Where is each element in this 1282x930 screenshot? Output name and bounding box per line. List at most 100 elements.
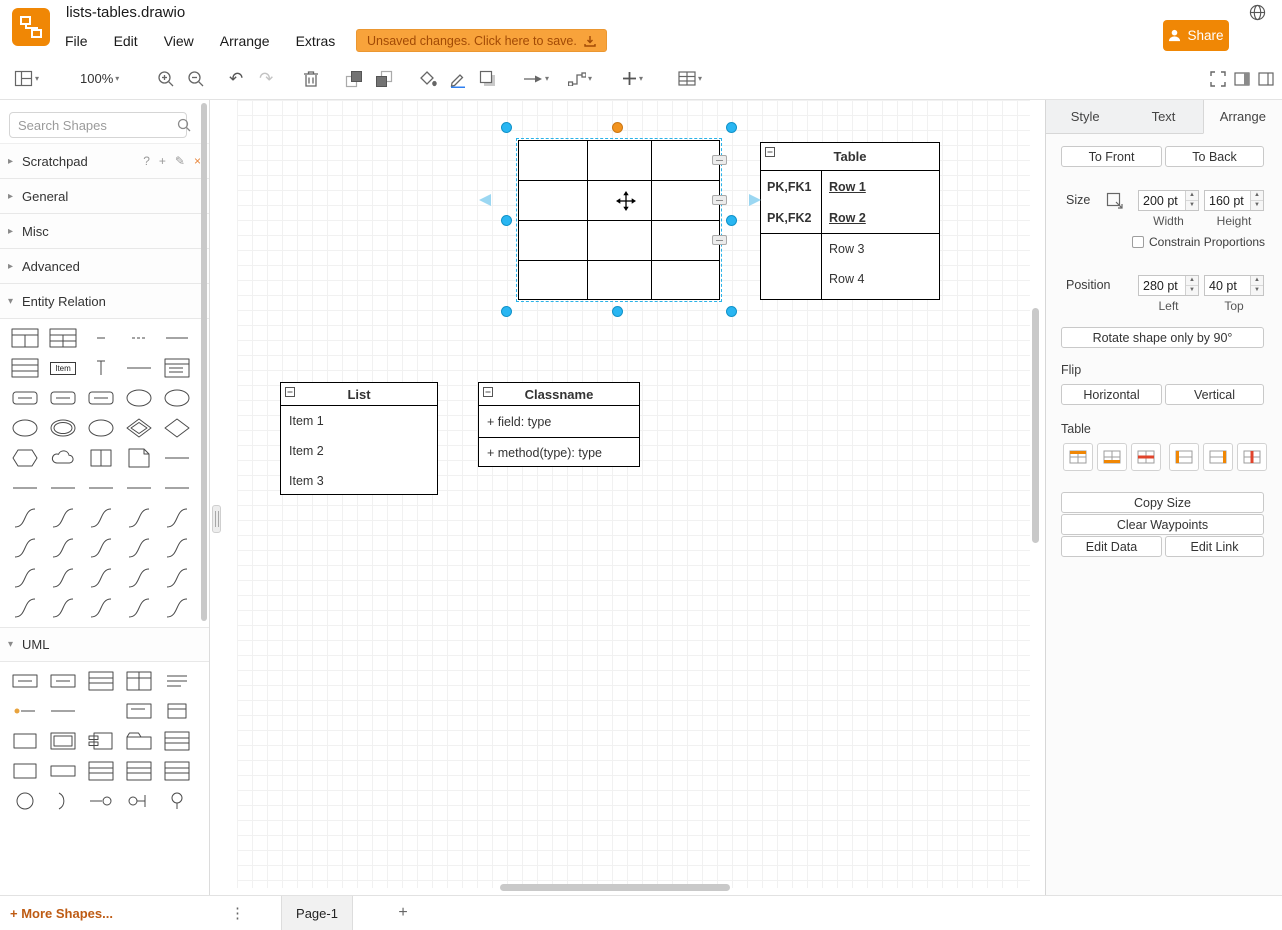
menu-arrange[interactable]: Arrange xyxy=(220,33,270,49)
shape-thumbnail-curve[interactable] xyxy=(120,503,158,533)
page-tab[interactable]: Page-1 xyxy=(281,896,353,930)
stepper-down-icon[interactable]: ▼ xyxy=(1186,286,1198,295)
shape-thumbnail-forkcircle[interactable] xyxy=(120,786,158,816)
to-front-panel-button[interactable]: To Front xyxy=(1061,146,1162,167)
resize-handle-ne[interactable] xyxy=(726,122,737,133)
connect-arrow-right-icon[interactable] xyxy=(748,192,764,208)
shape-thumbnail-curve[interactable] xyxy=(6,593,44,623)
class-shape[interactable]: Classname + field: type + method(type): … xyxy=(478,382,640,467)
waypoints-style-button[interactable]: ▾ xyxy=(568,66,592,91)
shadow-button[interactable] xyxy=(479,66,497,91)
shape-thumbnail-curve[interactable] xyxy=(120,593,158,623)
resize-handle-sw[interactable] xyxy=(501,306,512,317)
sidebar-section-general[interactable]: ▸ General xyxy=(0,179,209,214)
add-page-button[interactable]: + xyxy=(392,896,414,930)
shape-thumbnail-arc[interactable] xyxy=(44,786,82,816)
shape-thumbnail-hline[interactable] xyxy=(82,473,120,503)
flip-vertical-button[interactable]: Vertical xyxy=(1165,384,1264,405)
table-insert-button[interactable]: ▾ xyxy=(678,66,702,91)
insert-button[interactable]: ▾ xyxy=(622,66,643,91)
shape-thumbnail-labelcircle[interactable] xyxy=(158,786,196,816)
shape-thumbnail-rectwide[interactable] xyxy=(44,756,82,786)
shape-thumbnail-rect[interactable] xyxy=(6,756,44,786)
shape-thumbnail-splitrect[interactable] xyxy=(82,443,120,473)
shape-thumbnail-curve[interactable] xyxy=(44,593,82,623)
left-stepper[interactable]: ▲▼ xyxy=(1185,276,1198,295)
insert-column-left-button[interactable] xyxy=(1169,443,1199,471)
scratchpad-edit-icon[interactable]: ✎ xyxy=(175,154,185,168)
insert-row-above-button[interactable] xyxy=(1063,443,1093,471)
stepper-down-icon[interactable]: ▼ xyxy=(1251,201,1263,210)
sidebar-section-scratchpad[interactable]: ▸ Scratchpad ? + ✎ × xyxy=(0,144,209,179)
sidebar-section-uml[interactable]: ▾ UML xyxy=(0,627,209,662)
shape-thumbnail-pill[interactable] xyxy=(44,383,82,413)
rotate-handle[interactable] xyxy=(612,122,623,133)
edit-link-button[interactable]: Edit Link xyxy=(1165,536,1264,557)
shape-thumbnail-vline[interactable] xyxy=(82,353,120,383)
sidebar-section-advanced[interactable]: ▸ Advanced xyxy=(0,249,209,284)
height-stepper[interactable]: ▲▼ xyxy=(1250,191,1263,210)
shape-thumbnail-tablerows[interactable] xyxy=(6,353,44,383)
shape-thumbnail-note[interactable] xyxy=(120,443,158,473)
table-row[interactable]: Row 3 xyxy=(761,234,939,264)
canvas-vertical-scrollbar[interactable] xyxy=(1032,308,1039,543)
flip-horizontal-button[interactable]: Horizontal xyxy=(1061,384,1162,405)
canvas-horizontal-scrollbar[interactable] xyxy=(500,884,730,891)
shape-thumbnail-dash_l[interactable] xyxy=(158,323,196,353)
shape-thumbnail-module[interactable] xyxy=(82,726,120,756)
shape-thumbnail-rectlabel[interactable] xyxy=(44,666,82,696)
view-panels-button[interactable]: ▾ xyxy=(14,66,39,91)
menu-edit[interactable]: Edit xyxy=(114,33,138,49)
shape-thumbnail-ellipse[interactable] xyxy=(82,413,120,443)
connection-style-button[interactable]: ▾ xyxy=(523,66,549,91)
shape-thumbnail-ellipse[interactable] xyxy=(6,413,44,443)
tab-arrange[interactable]: Arrange xyxy=(1203,100,1282,134)
shape-thumbnail-table2b[interactable] xyxy=(44,323,82,353)
shape-thumbnail-hline[interactable] xyxy=(6,473,44,503)
resize-handle-nw[interactable] xyxy=(501,122,512,133)
more-shapes-button[interactable]: + More Shapes... xyxy=(10,896,113,930)
row-resize-handle[interactable] xyxy=(712,235,727,245)
tab-text[interactable]: Text xyxy=(1124,100,1202,134)
delete-column-button[interactable] xyxy=(1237,443,1267,471)
stepper-down-icon[interactable]: ▼ xyxy=(1186,201,1198,210)
resize-handle-se[interactable] xyxy=(726,306,737,317)
shape-thumbnail-hline[interactable] xyxy=(44,696,82,726)
clear-waypoints-button[interactable]: Clear Waypoints xyxy=(1061,514,1264,535)
table-row[interactable]: Row 4 xyxy=(761,264,939,294)
to-back-button[interactable] xyxy=(375,66,393,91)
shape-thumbnail-textlines[interactable] xyxy=(158,666,196,696)
copy-size-button[interactable]: Copy Size xyxy=(1061,492,1264,513)
undo-button[interactable]: ↶ xyxy=(229,66,243,91)
shape-thumbnail-rectlines[interactable] xyxy=(82,666,120,696)
shape-thumbnail-curve[interactable] xyxy=(82,593,120,623)
shape-thumbnail-curve[interactable] xyxy=(82,563,120,593)
shape-thumbnail-hline[interactable] xyxy=(120,353,158,383)
shape-thumbnail-dash_m[interactable] xyxy=(120,323,158,353)
list-item[interactable]: Item 2 xyxy=(281,436,437,466)
shape-thumbnail-hline[interactable] xyxy=(120,473,158,503)
class-field[interactable]: + field: type xyxy=(479,406,639,437)
outline-panel-toggle-button[interactable] xyxy=(1258,66,1274,91)
shape-thumbnail-ellipse[interactable] xyxy=(158,383,196,413)
stepper-up-icon[interactable]: ▲ xyxy=(1186,276,1198,286)
stepper-up-icon[interactable]: ▲ xyxy=(1251,276,1263,286)
autosize-button[interactable] xyxy=(1104,190,1125,211)
resize-handle-w[interactable] xyxy=(501,215,512,226)
table-row[interactable]: PK,FK2 Row 2 xyxy=(761,202,939,233)
list-item[interactable]: Item 3 xyxy=(281,466,437,496)
width-stepper[interactable]: ▲▼ xyxy=(1185,191,1198,210)
delete-row-button[interactable] xyxy=(1131,443,1161,471)
drawio-logo-icon[interactable] xyxy=(12,8,50,46)
collapse-icon[interactable] xyxy=(285,387,295,397)
shape-thumbnail-rectlines[interactable] xyxy=(158,726,196,756)
shape-thumbnail-rect[interactable] xyxy=(6,726,44,756)
fullscreen-button[interactable] xyxy=(1210,66,1226,91)
class-method[interactable]: + method(type): type xyxy=(479,438,639,467)
zoom-select[interactable]: 100% ▾ xyxy=(80,66,119,91)
insert-row-below-button[interactable] xyxy=(1097,443,1127,471)
zoom-in-button[interactable] xyxy=(157,66,175,91)
format-panel-toggle-button[interactable] xyxy=(1234,66,1250,91)
shape-thumbnail-table2[interactable] xyxy=(6,323,44,353)
shape-thumbnail-curve[interactable] xyxy=(82,533,120,563)
